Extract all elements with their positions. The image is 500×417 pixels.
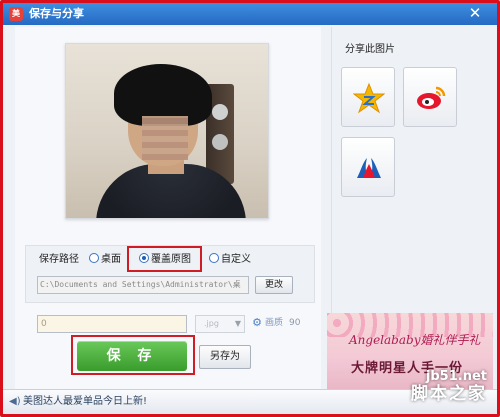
photo-speaker-cone <box>212 104 228 120</box>
title-bar[interactable]: 美 保存与分享 ✕ <box>3 3 497 25</box>
change-path-button[interactable]: 更改 <box>255 276 293 294</box>
gear-icon[interactable]: ⚙ <box>251 317 263 329</box>
radio-desktop[interactable]: 桌面 <box>89 253 121 267</box>
share-weibo-button[interactable] <box>403 67 457 127</box>
format-select[interactable]: .jpg ▼ <box>195 315 245 333</box>
close-icon[interactable]: ✕ <box>467 5 483 21</box>
share-renren-button[interactable] <box>341 137 395 197</box>
share-title: 分享此图片 <box>345 44 395 55</box>
highlight-overwrite <box>127 246 202 272</box>
filename-input[interactable]: 0 <box>37 315 187 333</box>
status-link[interactable]: 美图达人最爱单品今日上新! <box>23 396 147 408</box>
speaker-icon: ◀) <box>9 396 21 407</box>
radio-button[interactable] <box>209 253 219 263</box>
share-qzone-button[interactable] <box>341 67 395 127</box>
photo-speaker-cone <box>212 134 228 150</box>
radio-label: 桌面 <box>101 254 121 265</box>
format-value: .jpg <box>204 319 219 328</box>
save-path-label: 保存路径 <box>39 254 79 265</box>
ad-headline: Angelababy婚礼伴手礼 <box>349 333 481 347</box>
watermark-name: 脚本之家 <box>411 384 487 404</box>
highlight-save <box>71 335 195 375</box>
preview-photo <box>66 44 268 218</box>
radio-label: 自定义 <box>221 254 251 265</box>
meitu-logo-icon: 美 <box>9 7 23 21</box>
renren-icon <box>357 158 381 178</box>
quality-label[interactable]: 画质 <box>265 317 283 329</box>
radio-custom[interactable]: 自定义 <box>209 253 251 267</box>
save-path-input[interactable]: C:\Documents and Settings\Administrator\… <box>37 276 249 294</box>
qzone-star-icon <box>353 82 385 114</box>
quality-value: 90 <box>289 318 301 328</box>
chevron-down-icon: ▼ <box>234 319 241 328</box>
watermark-domain: jb51.net <box>425 369 487 384</box>
site-watermark: jb51.net 脚本之家 <box>411 369 487 405</box>
save-share-dialog: 美 保存与分享 ✕ 保存路径 桌面 覆盖原图 自定义 C:\Documents … <box>0 0 500 417</box>
save-as-button[interactable]: 另存为 <box>199 345 251 369</box>
window-title: 保存与分享 <box>29 7 84 20</box>
photo-mosaic <box>142 116 188 160</box>
weibo-icon <box>417 86 446 109</box>
radio-button[interactable] <box>89 253 99 263</box>
image-preview <box>65 43 269 219</box>
